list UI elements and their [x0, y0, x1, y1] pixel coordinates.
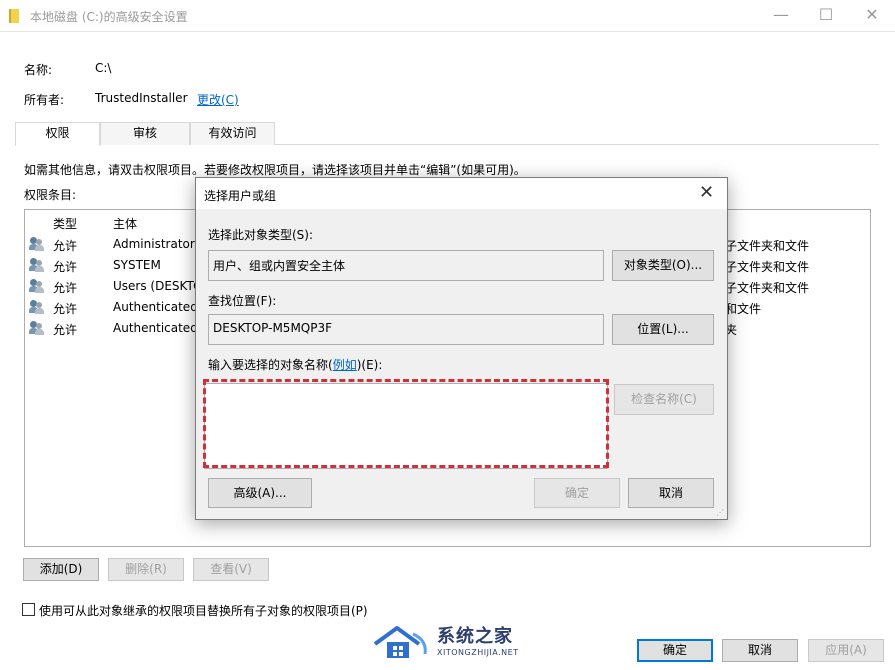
inherit-checkbox[interactable] — [22, 603, 35, 616]
examples-link[interactable]: 例如 — [333, 358, 357, 372]
check-names-button[interactable]: 检查名称(C) — [614, 384, 714, 415]
row-type: 允许 — [53, 260, 78, 274]
minimize-button[interactable]: — — [758, 0, 804, 32]
object-types-button[interactable]: 对象类型(O)... — [612, 250, 714, 281]
row-principal: SYSTEM — [113, 258, 161, 272]
entries-label: 权限条目: — [24, 188, 77, 202]
users-icon — [29, 237, 45, 251]
row-applies-to: 子文件夹和文件 — [725, 260, 810, 274]
site-watermark: 系统之家 XITONGZHIJIA.NET — [373, 622, 533, 666]
name-value: C:\ — [95, 61, 112, 75]
remove-button[interactable]: 删除(R) — [108, 558, 184, 581]
hint-text: 如需其他信息，请双击权限项目。若要修改权限项目，请选择该项目并单击“编辑”(如果… — [24, 163, 526, 177]
location-field: DESKTOP-M5MQP3F — [208, 314, 604, 345]
users-icon — [29, 321, 45, 335]
row-applies-to: 和文件 — [725, 302, 762, 316]
house-logo-icon — [373, 626, 427, 658]
column-header-principal[interactable]: 主体 — [113, 215, 137, 232]
window-titlebar: 本地磁盘 (C:)的高级安全设置 — ☐ ✕ — [0, 0, 895, 32]
row-type: 允许 — [53, 239, 78, 253]
row-applies-to: 子文件夹和文件 — [725, 239, 810, 253]
owner-label: 所有者: — [24, 93, 65, 107]
resize-grip-icon[interactable]: ⋰ — [716, 508, 726, 518]
highlight-box — [203, 379, 609, 468]
maximize-button[interactable]: ☐ — [803, 0, 849, 32]
row-principal: Authenticated — [113, 321, 198, 335]
users-icon — [29, 258, 45, 272]
watermark-subtitle: XITONGZHIJIA.NET — [437, 648, 519, 657]
row-principal: Administrators — [113, 237, 202, 251]
object-type-field: 用户、组或内置安全主体 — [208, 250, 604, 281]
drive-icon — [9, 9, 19, 23]
inherit-checkbox-label: 使用可从此对象继承的权限项目替换所有子对象的权限项目(P) — [39, 604, 368, 618]
row-type: 允许 — [53, 281, 78, 295]
dialog-titlebar: 选择用户或组 ✕ — [196, 178, 727, 209]
add-button[interactable]: 添加(D) — [23, 558, 99, 581]
dialog-title: 选择用户或组 — [204, 189, 277, 203]
tab-effective-access[interactable]: 有效访问 — [190, 122, 275, 145]
dialog-ok-button[interactable]: 确定 — [534, 478, 620, 508]
window-title: 本地磁盘 (C:)的高级安全设置 — [30, 10, 188, 24]
users-icon — [29, 300, 45, 314]
cancel-button[interactable]: 取消 — [722, 639, 798, 662]
dialog-cancel-button[interactable]: 取消 — [628, 478, 714, 508]
select-users-dialog: 选择用户或组 ✕ 选择此对象类型(S): 用户、组或内置安全主体 对象类型(O)… — [195, 177, 728, 520]
users-icon — [29, 279, 45, 293]
apply-button[interactable]: 应用(A) — [808, 639, 884, 662]
row-applies-to: 子文件夹和文件 — [725, 281, 810, 295]
change-owner-link[interactable]: 更改(C) — [197, 91, 239, 108]
owner-value: TrustedInstaller — [95, 91, 188, 105]
row-principal: Users (DESKTC — [113, 279, 202, 293]
view-button[interactable]: 查看(V) — [193, 558, 269, 581]
tab-auditing[interactable]: 审核 — [100, 122, 190, 145]
object-type-label: 选择此对象类型(S): — [208, 228, 314, 242]
row-type: 允许 — [53, 302, 78, 316]
name-label: 名称: — [24, 63, 53, 77]
watermark-title: 系统之家 — [437, 626, 513, 647]
enter-object-names-label: 输入要选择的对象名称(例如)(E): — [208, 358, 383, 372]
close-button[interactable]: ✕ — [849, 0, 895, 32]
row-type: 允许 — [53, 323, 78, 337]
locations-button[interactable]: 位置(L)... — [612, 314, 714, 345]
row-principal: Authenticated — [113, 300, 198, 314]
dialog-close-icon[interactable]: ✕ — [699, 182, 714, 203]
column-header-type[interactable]: 类型 — [53, 215, 77, 232]
ok-button[interactable]: 确定 — [637, 639, 713, 662]
location-label: 查找位置(F): — [208, 294, 277, 308]
tab-permissions[interactable]: 权限 — [15, 122, 100, 146]
advanced-button[interactable]: 高级(A)... — [208, 478, 312, 508]
